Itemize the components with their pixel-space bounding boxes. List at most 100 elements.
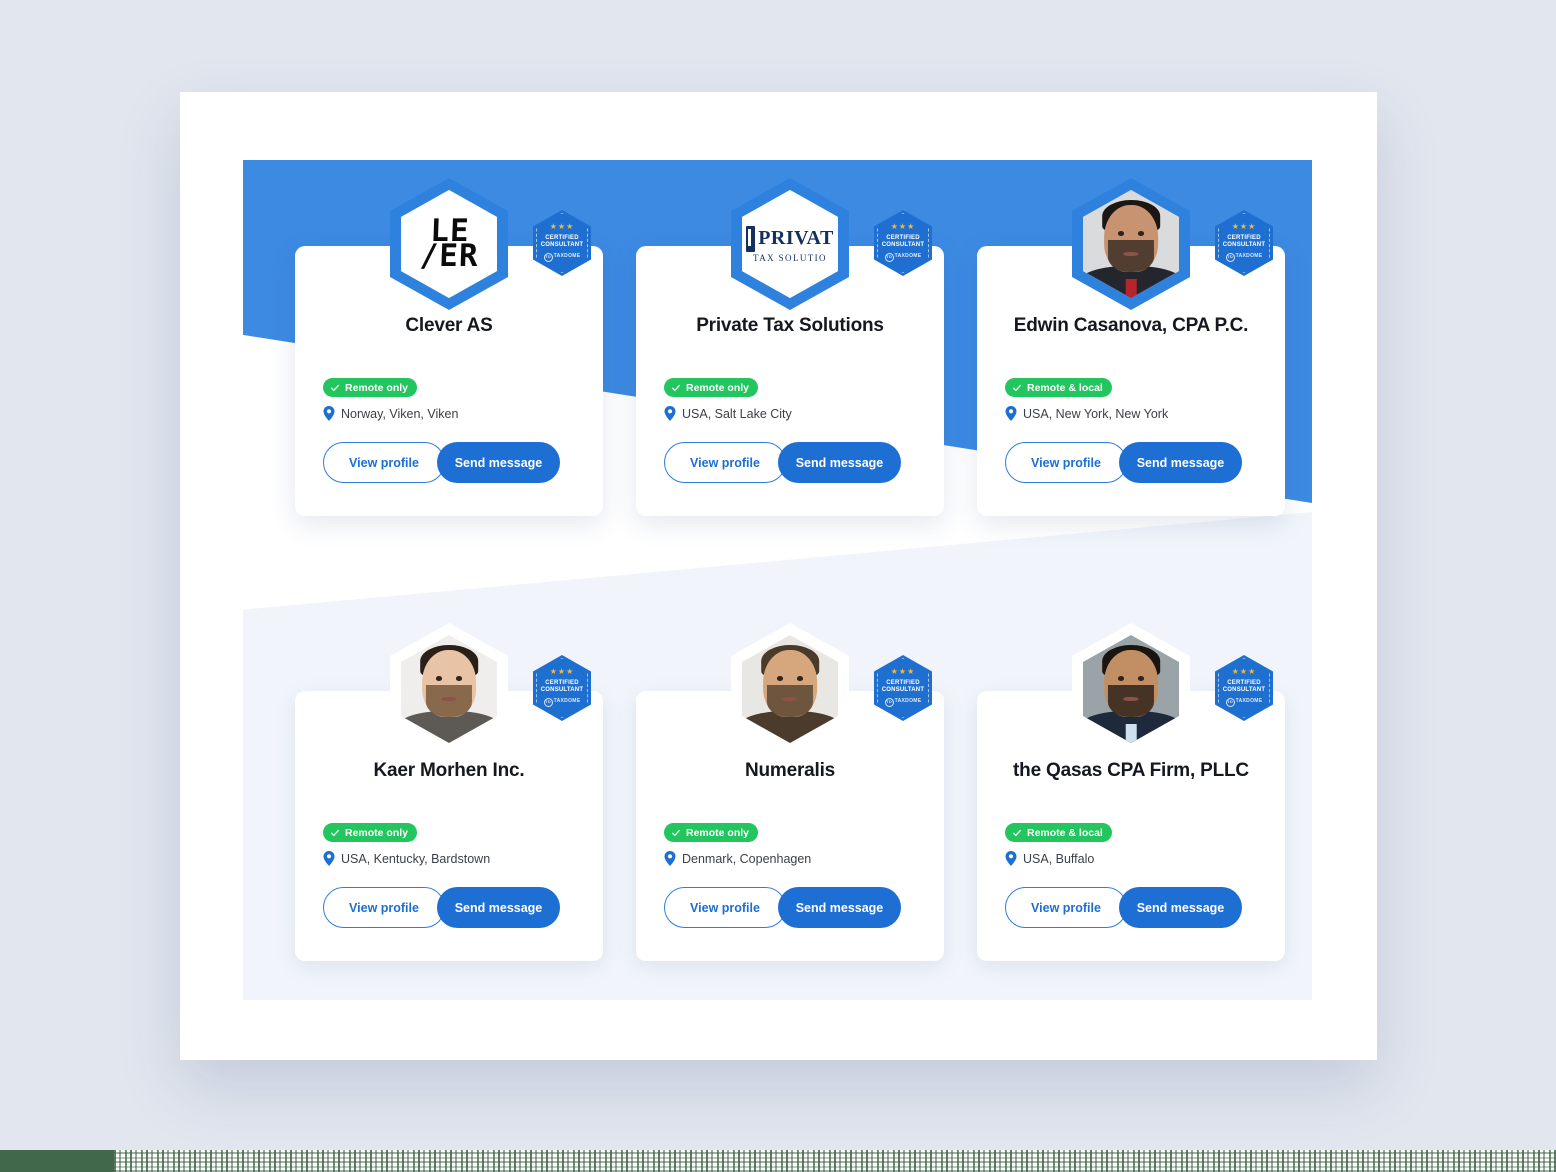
avatar: [1072, 178, 1190, 310]
card-actions: View profile Send message: [323, 887, 560, 928]
card-actions: View profile Send message: [1005, 887, 1242, 928]
status-badge: Remote only: [323, 378, 418, 397]
check-icon: [331, 829, 339, 836]
badge-brand: TD TAXDOME: [1215, 698, 1273, 707]
status-badge-label: Remote only: [345, 381, 409, 394]
card-actions: View profile Send message: [1005, 442, 1242, 483]
taxdome-mark-icon: TD: [543, 698, 553, 707]
consultant-card-row-bottom: ★★★ CERTIFIED CONSULTANT TD TAXDOME Kaer Morh…: [295, 623, 1285, 961]
consultant-card[interactable]: PRIVAT TAX SOLUTIO ★★★ CERTIFIED CONSULTANT T…: [636, 178, 944, 516]
taxdome-mark-icon: TD: [1225, 698, 1235, 707]
badge-stars: ★★★: [1231, 222, 1257, 231]
location: USA, Salt Lake City: [664, 406, 792, 421]
check-icon: [1013, 384, 1021, 391]
badge-line-1: CERTIFIED: [1227, 235, 1261, 241]
taxdome-mark-icon: TD: [884, 253, 894, 262]
badge-line-2: CONSULTANT: [540, 242, 584, 248]
certified-consultant-badge: ★★★ CERTIFIED CONSULTANT TD TAXDOME: [1215, 210, 1273, 276]
badge-stars: ★★★: [890, 222, 916, 231]
consultant-card[interactable]: LE/ER ★★★ CERTIFIED CONSULTANT TD TAXDOME Clev…: [295, 178, 603, 516]
view-profile-button[interactable]: View profile: [1005, 442, 1127, 483]
send-message-button[interactable]: Send message: [1119, 442, 1242, 483]
status-badge-label: Remote & local: [1027, 381, 1103, 394]
avatar-beard: [1107, 684, 1155, 718]
status-badge-label: Remote & local: [1027, 826, 1103, 839]
taxdome-mark-icon: TD: [543, 253, 553, 262]
check-icon: [1013, 829, 1021, 836]
location-pin-icon: [1005, 406, 1017, 421]
badge-line-2: CONSULTANT: [881, 687, 925, 693]
view-profile-button[interactable]: View profile: [323, 442, 445, 483]
avatar-eye-left: [1117, 231, 1125, 236]
check-icon: [672, 829, 680, 836]
location-pin-icon: [323, 406, 335, 421]
badge-line-1: CERTIFIED: [545, 680, 579, 686]
location-label: USA, Salt Lake City: [682, 406, 792, 421]
consultant-name: Private Tax Solutions: [696, 315, 884, 336]
consultant-card[interactable]: ★★★ CERTIFIED CONSULTANT TD TAXDOME Kaer Morh…: [295, 623, 603, 961]
location: Norway, Viken, Viken: [323, 406, 458, 421]
status-badge-label: Remote only: [686, 826, 750, 839]
card-actions: View profile Send message: [664, 442, 901, 483]
consultant-name: Clever AS: [405, 315, 493, 336]
view-profile-button[interactable]: View profile: [323, 887, 445, 928]
avatar: [1072, 623, 1190, 755]
avatar-beard: [425, 684, 473, 718]
send-message-button[interactable]: Send message: [778, 887, 901, 928]
status-badge: Remote & local: [1005, 378, 1112, 397]
view-profile-button[interactable]: View profile: [664, 887, 786, 928]
badge-line-2: CONSULTANT: [1222, 687, 1266, 693]
status-badge: Remote only: [323, 823, 418, 842]
avatar-tie: [1125, 723, 1137, 743]
consultant-name: the Qasas CPA Firm, PLLC: [1013, 760, 1249, 781]
card-actions: View profile Send message: [664, 887, 901, 928]
badge-brand: TD TAXDOME: [874, 253, 932, 262]
consultant-card-row-top: LE/ER ★★★ CERTIFIED CONSULTANT TD TAXDOME Clev…: [295, 178, 1285, 516]
send-message-button[interactable]: Send message: [1119, 887, 1242, 928]
status-badge: Remote only: [664, 378, 759, 397]
location-label: USA, Buffalo: [1023, 851, 1095, 866]
send-message-button[interactable]: Send message: [778, 442, 901, 483]
consultant-card[interactable]: ★★★ CERTIFIED CONSULTANT TD TAXDOME Edwin Cas…: [977, 178, 1285, 516]
strip-solid-segment: [0, 1150, 114, 1172]
badge-stars: ★★★: [549, 222, 575, 231]
status-badge-label: Remote only: [686, 381, 750, 394]
badge-line-1: CERTIFIED: [1227, 680, 1261, 686]
private-tax-logo-word: PRIVAT: [758, 227, 834, 249]
badge-line-1: CERTIFIED: [545, 235, 579, 241]
certified-consultant-badge: ★★★ CERTIFIED CONSULTANT TD TAXDOME: [874, 655, 932, 721]
consultant-card[interactable]: ★★★ CERTIFIED CONSULTANT TD TAXDOME Numeralis…: [636, 623, 944, 961]
badge-stars: ★★★: [890, 667, 916, 676]
view-profile-button[interactable]: View profile: [664, 442, 786, 483]
certified-consultant-badge: ★★★ CERTIFIED CONSULTANT TD TAXDOME: [533, 655, 591, 721]
location: USA, New York, New York: [1005, 406, 1168, 421]
status-badge-label: Remote only: [345, 826, 409, 839]
location-pin-icon: [1005, 851, 1017, 866]
avatar-beard: [1107, 239, 1155, 273]
location-label: USA, New York, New York: [1023, 406, 1169, 421]
avatar: LE/ER: [390, 178, 508, 310]
avatar-eye-left: [776, 676, 784, 681]
badge-line-1: CERTIFIED: [886, 680, 920, 686]
send-message-button[interactable]: Send message: [437, 442, 560, 483]
badge-brand: TD TAXDOME: [1215, 253, 1273, 262]
badge-line-2: CONSULTANT: [540, 687, 584, 693]
status-badge: Remote only: [664, 823, 759, 842]
badge-stars: ★★★: [1231, 667, 1257, 676]
location: USA, Kentucky, Bardstown: [323, 851, 490, 866]
location-label: Norway, Viken, Viken: [341, 406, 459, 421]
avatar: PRIVAT TAX SOLUTIO: [731, 178, 849, 310]
view-profile-button[interactable]: View profile: [1005, 887, 1127, 928]
avatar: [731, 623, 849, 755]
location-pin-icon: [664, 851, 676, 866]
certified-consultant-badge: ★★★ CERTIFIED CONSULTANT TD TAXDOME: [1215, 655, 1273, 721]
consultant-name: Edwin Casanova, CPA P.C.: [1013, 315, 1249, 336]
send-message-button[interactable]: Send message: [437, 887, 560, 928]
avatar-tie: [1125, 278, 1137, 298]
taxdome-mark-icon: TD: [884, 698, 894, 707]
clever-logo-glyph: LE/ER: [418, 212, 479, 274]
consultant-card[interactable]: ★★★ CERTIFIED CONSULTANT TD TAXDOME the Qasas…: [977, 623, 1285, 961]
badge-line-2: CONSULTANT: [881, 242, 925, 248]
location-label: Denmark, Copenhagen: [682, 851, 812, 866]
badge-stars: ★★★: [549, 667, 575, 676]
